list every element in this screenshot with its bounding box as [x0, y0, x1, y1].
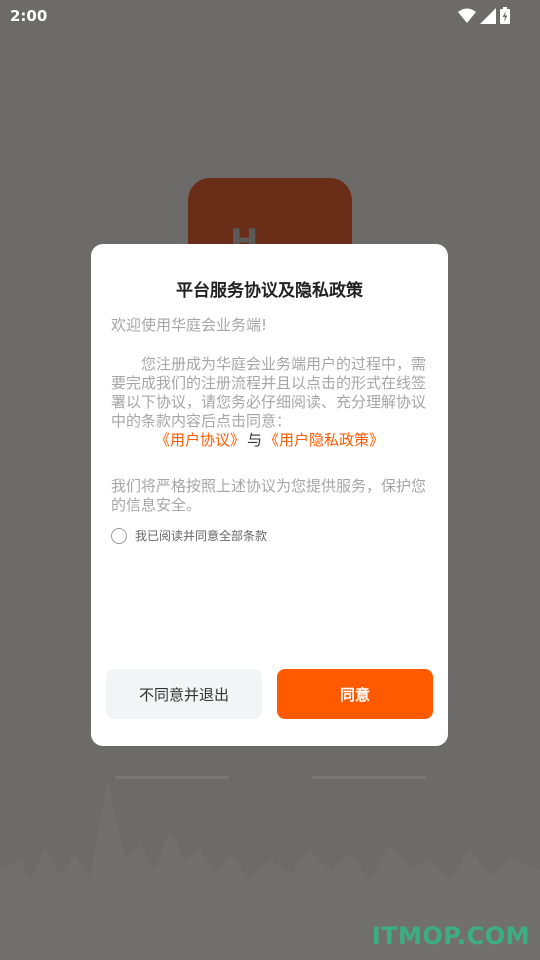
wifi-icon — [458, 8, 476, 23]
dialog-intro: 欢迎使用华庭会业务端! — [111, 316, 268, 334]
links-separator: 与 — [246, 431, 262, 449]
privacy-policy-link[interactable]: 《用户隐私政策》 — [264, 431, 384, 449]
agree-checkbox-row[interactable]: 我已阅读并同意全部条款 — [111, 527, 267, 544]
agree-radio[interactable] — [111, 527, 127, 544]
battery-icon — [500, 7, 510, 24]
status-icons — [458, 7, 510, 24]
dialog-title: 平台服务协议及隐私政策 — [176, 281, 363, 301]
user-agreement-link[interactable]: 《用户协议》 — [155, 431, 245, 449]
privacy-agreement-dialog: 平台服务协议及隐私政策 欢迎使用华庭会业务端! 您注册成为华庭会业务端用户的过程… — [91, 244, 448, 746]
status-bar: 2:00 — [0, 0, 540, 32]
dialog-paragraph-2: 我们将严格按照上述协议为您提供服务，保护您的信息安全。 — [111, 477, 427, 514]
signal-icon — [480, 7, 496, 24]
agree-checkbox-label: 我已阅读并同意全部条款 — [135, 529, 268, 543]
watermark: ITMOP.COM — [371, 922, 530, 950]
status-time: 2:00 — [10, 7, 48, 25]
agree-button[interactable]: 同意 — [277, 669, 433, 719]
decline-exit-button[interactable]: 不同意并退出 — [106, 669, 262, 719]
agreement-links: 《用户协议》与《用户隐私政策》 — [91, 429, 448, 450]
dialog-paragraph: 您注册成为华庭会业务端用户的过程中，需要完成我们的注册流程并且以点击的形式在线签… — [111, 355, 427, 430]
